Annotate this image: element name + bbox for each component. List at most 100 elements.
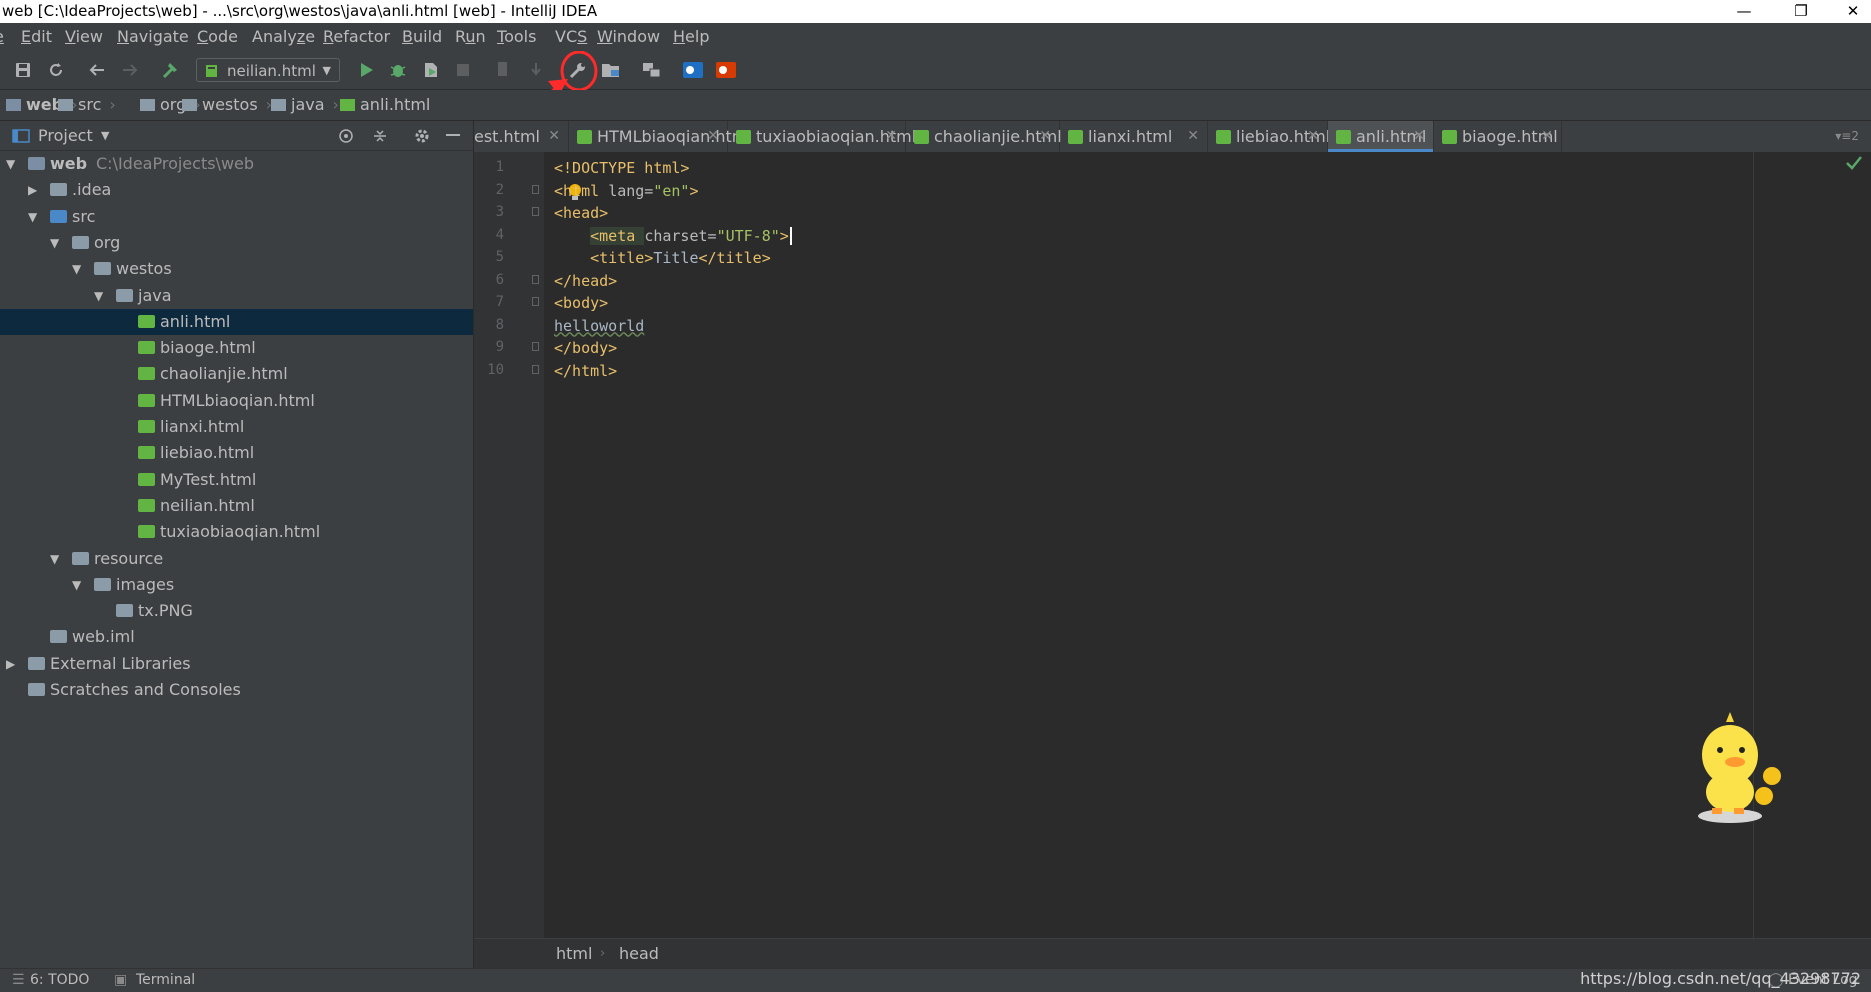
tree-item[interactable]: Scratches and Consoles [0, 677, 473, 703]
menu-item[interactable]: Build [402, 23, 442, 51]
breadcrumb-html[interactable]: html [556, 939, 592, 969]
close-tab-icon[interactable]: ✕ [1039, 121, 1051, 152]
code-token: <title> [590, 249, 654, 267]
editor-tab[interactable]: lianxi.html ✕ [1060, 121, 1208, 152]
fold-marker-icon[interactable] [532, 342, 539, 351]
close-tab-icon[interactable]: ✕ [1307, 121, 1319, 152]
tree-item[interactable]: ▼ resource [0, 546, 473, 572]
close-tab-icon[interactable]: ✕ [1413, 121, 1425, 152]
tree-item[interactable]: web.iml [0, 624, 473, 650]
editor-tab[interactable]: est.html ✕ [474, 121, 569, 152]
menu-item[interactable]: e [0, 23, 4, 51]
code-editor[interactable]: <!DOCTYPE html> <html lang="en"> <head> <m… [544, 152, 1871, 938]
tree-item[interactable]: ▼ images [0, 572, 473, 598]
tree-item[interactable]: neilian.html [0, 493, 473, 519]
tree-item[interactable]: ▼ org [0, 230, 473, 256]
sync-icon[interactable] [43, 57, 69, 83]
menu-item[interactable]: Refactor [323, 23, 390, 51]
menu-item[interactable]: Navigate [117, 23, 189, 51]
restore-button[interactable]: ❐ [1778, 0, 1824, 23]
menu-item[interactable]: Tools [497, 23, 536, 51]
back-icon[interactable] [84, 57, 110, 83]
editor-tab[interactable]: HTMLbiaoqian.html ✕ [569, 121, 752, 152]
code-token: charset= [644, 226, 717, 245]
nav-crumb[interactable]: westos › [182, 90, 272, 120]
menu-item[interactable]: Window [597, 23, 660, 51]
office-icon[interactable] [713, 57, 739, 83]
menu-item[interactable]: Analyze [252, 23, 315, 51]
expand-arrow-icon[interactable]: ▼ [94, 283, 108, 309]
tree-item[interactable]: ▶ External Libraries [0, 651, 473, 677]
editor-tab-label: lianxi.html [1088, 127, 1173, 146]
tree-item[interactable]: MyTest.html [0, 467, 473, 493]
sdk-icon[interactable] [639, 57, 665, 83]
tree-item[interactable]: ▼ westos [0, 256, 473, 282]
todo-tab[interactable]: 6: TODO [30, 969, 89, 992]
tree-item[interactable]: biaoge.html [0, 335, 473, 361]
collapse-arrow-icon[interactable]: ▶ [6, 651, 20, 677]
tree-item[interactable]: ▶ .idea [0, 177, 473, 203]
project-view-title[interactable]: Project [38, 121, 93, 150]
menu-item[interactable]: Run [455, 23, 486, 51]
hide-icon[interactable] [446, 134, 460, 138]
close-button[interactable]: ✕ [1830, 0, 1871, 23]
close-tab-icon[interactable]: ✕ [1541, 121, 1553, 152]
menu-item[interactable]: Edit [21, 23, 52, 51]
tree-item[interactable]: ▼ src [0, 204, 473, 230]
tree-item[interactable]: lianxi.html [0, 414, 473, 440]
minimize-button[interactable]: — [1721, 0, 1767, 23]
expand-arrow-icon[interactable]: ▼ [6, 151, 20, 177]
fold-marker-icon[interactable] [532, 364, 539, 374]
close-tab-icon[interactable]: ✕ [548, 121, 560, 152]
breadcrumb-head[interactable]: head [619, 939, 659, 969]
tree-item[interactable]: ▼ java [0, 283, 473, 309]
fold-marker-icon[interactable] [532, 207, 539, 216]
project-structure-icon[interactable] [598, 57, 624, 83]
fold-marker-icon[interactable] [532, 274, 539, 284]
editor-tab[interactable]: chaolianjie.html ✕ [906, 121, 1062, 152]
build-hammer-icon[interactable] [158, 57, 184, 83]
forward-icon[interactable] [117, 57, 143, 83]
tree-item-label: westos [116, 259, 172, 279]
tree-item[interactable]: liebiao.html [0, 440, 473, 466]
tree-item[interactable]: tuxiaobiaoqian.html [0, 519, 473, 545]
expand-arrow-icon[interactable]: ▼ [72, 256, 86, 282]
editor-tab[interactable]: liebiao.html ✕ [1208, 121, 1330, 152]
outlook-icon[interactable] [680, 57, 706, 83]
expand-arrow-icon[interactable]: ▼ [50, 546, 64, 572]
collapse-all-icon[interactable] [372, 128, 388, 144]
nav-crumb[interactable]: anli.html [340, 90, 430, 120]
editor-tab[interactable]: tuxiaobiaoqian.html ✕ [728, 121, 916, 152]
run-icon[interactable] [353, 57, 379, 83]
chevron-down-icon[interactable]: ▼ [101, 121, 109, 150]
tabs-overflow-indicator[interactable]: ▾≡2 [1835, 121, 1859, 152]
expand-arrow-icon[interactable]: ▼ [28, 204, 42, 230]
tree-item[interactable]: chaolianjie.html [0, 361, 473, 387]
editor-tab[interactable]: anli.html ✕ [1328, 121, 1434, 152]
fold-marker-icon[interactable] [532, 297, 539, 306]
debug-icon[interactable] [385, 57, 411, 83]
expand-arrow-icon[interactable]: ▼ [50, 230, 64, 256]
close-tab-icon[interactable]: ✕ [1187, 121, 1199, 152]
tree-item[interactable]: HTMLbiaoqian.html [0, 388, 473, 414]
close-tab-icon[interactable]: ✕ [707, 121, 719, 152]
editor-tab[interactable]: biaoge.html ✕ [1434, 121, 1562, 152]
menu-item[interactable]: Help [673, 23, 709, 51]
run-configuration-select[interactable]: neilian.html ▼ [196, 58, 340, 82]
close-tab-icon[interactable]: ✕ [885, 121, 897, 152]
save-icon[interactable] [10, 57, 36, 83]
tree-item[interactable]: ▼ web C:\IdeaProjects\web [0, 151, 473, 177]
fold-marker-icon[interactable] [532, 184, 539, 194]
menu-item[interactable]: View [65, 23, 103, 51]
locate-icon[interactable] [338, 128, 354, 144]
tree-item[interactable]: tx.PNG [0, 598, 473, 624]
expand-arrow-icon[interactable]: ▼ [72, 572, 86, 598]
tree-item[interactable]: anli.html [0, 308, 473, 335]
nav-crumb[interactable]: src › [58, 90, 116, 120]
nav-crumb[interactable]: java › [271, 90, 339, 120]
menu-item[interactable]: Code [197, 23, 238, 51]
gear-icon[interactable] [413, 127, 431, 145]
collapse-arrow-icon[interactable]: ▶ [28, 177, 42, 203]
terminal-tab[interactable]: Terminal [136, 969, 195, 992]
menu-item[interactable]: VCS [555, 23, 587, 51]
